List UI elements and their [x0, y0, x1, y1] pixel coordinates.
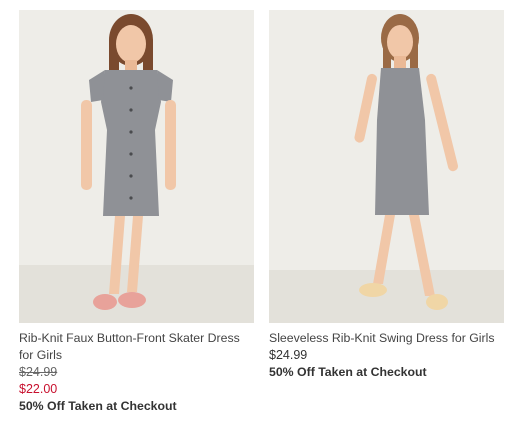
product-title[interactable]: Sleeveless Rib-Knit Swing Dress for Girl… — [269, 330, 504, 347]
sale-price: $22.00 — [19, 382, 58, 396]
original-price: $24.99 — [19, 365, 58, 379]
promo-text: 50% Off Taken at Checkout — [269, 365, 427, 379]
product-photo-dress-2 — [269, 10, 504, 323]
product-image[interactable] — [19, 10, 254, 323]
product-card[interactable]: Rib-Knit Faux Button-Front Skater Dress … — [19, 10, 254, 415]
product-photo-dress-1 — [19, 10, 254, 323]
product-grid: Rib-Knit Faux Button-Front Skater Dress … — [0, 0, 510, 422]
product-card[interactable]: Sleeveless Rib-Knit Swing Dress for Girl… — [269, 10, 504, 381]
price: $24.99 — [269, 348, 308, 362]
promo-text: 50% Off Taken at Checkout — [19, 399, 177, 413]
product-image[interactable] — [269, 10, 504, 323]
product-title[interactable]: Rib-Knit Faux Button-Front Skater Dress … — [19, 330, 254, 364]
